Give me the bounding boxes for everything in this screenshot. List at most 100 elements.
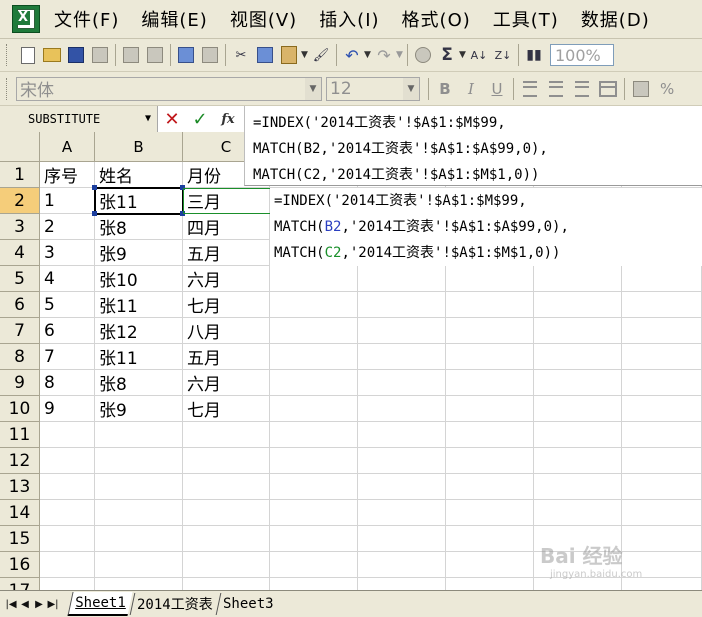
row-header-12[interactable]: 12 (0, 448, 40, 474)
cell-a10[interactable]: 9 (40, 396, 95, 422)
cell-b14[interactable] (95, 500, 183, 526)
cell-c16[interactable] (183, 552, 270, 578)
cell-e13[interactable] (358, 474, 446, 500)
tab-sheet1[interactable]: Sheet1 (67, 592, 133, 616)
print-preview-icon[interactable] (144, 44, 166, 66)
cell-b4[interactable]: 张9 (95, 240, 183, 266)
cell-g10[interactable] (534, 396, 622, 422)
cell-h13[interactable] (622, 474, 702, 500)
undo-icon[interactable]: ↶ (341, 44, 363, 66)
cell-b2[interactable]: 张11 (95, 188, 183, 214)
bold-button[interactable]: B (434, 78, 456, 100)
paste-icon[interactable] (278, 44, 300, 66)
cell-c2[interactable]: 三月 (183, 188, 270, 214)
cell-d17[interactable] (270, 578, 358, 590)
row-header-5[interactable]: 5 (0, 266, 40, 292)
menu-data[interactable]: 数据(D) (581, 6, 650, 32)
align-center-icon[interactable] (545, 78, 567, 100)
cell-b11[interactable] (95, 422, 183, 448)
cell-e14[interactable] (358, 500, 446, 526)
row-header-6[interactable]: 6 (0, 292, 40, 318)
cell-d16[interactable] (270, 552, 358, 578)
cell-f10[interactable] (446, 396, 534, 422)
cell-g5[interactable] (534, 266, 622, 292)
cell-f12[interactable] (446, 448, 534, 474)
cell-b6[interactable]: 张11 (95, 292, 183, 318)
enter-check-icon[interactable]: ✓ (190, 108, 210, 130)
cell-h5[interactable] (622, 266, 702, 292)
cell-h11[interactable] (622, 422, 702, 448)
cell-d7[interactable] (270, 318, 358, 344)
cell-e6[interactable] (358, 292, 446, 318)
chevron-down-icon[interactable]: ▼ (305, 77, 321, 100)
cell-d13[interactable] (270, 474, 358, 500)
cell-d5[interactable] (270, 266, 358, 292)
cell-c4[interactable]: 五月 (183, 240, 270, 266)
prev-sheet-icon[interactable]: ◀ (18, 595, 32, 613)
cell-h12[interactable] (622, 448, 702, 474)
cell-g8[interactable] (534, 344, 622, 370)
row-header-14[interactable]: 14 (0, 500, 40, 526)
cell-b7[interactable]: 张12 (95, 318, 183, 344)
cell-d15[interactable] (270, 526, 358, 552)
cell-b3[interactable]: 张8 (95, 214, 183, 240)
cell-f16[interactable] (446, 552, 534, 578)
chart-wizard-icon[interactable]: ▮▮ (523, 44, 545, 66)
chevron-down-icon[interactable]: ▼ (145, 113, 151, 124)
cut-icon[interactable]: ✂ (230, 44, 252, 66)
cell-h6[interactable] (622, 292, 702, 318)
cell-e7[interactable] (358, 318, 446, 344)
cell-d12[interactable] (270, 448, 358, 474)
row-header-8[interactable]: 8 (0, 344, 40, 370)
open-folder-icon[interactable] (41, 44, 63, 66)
redo-icon[interactable]: ↷ (373, 44, 395, 66)
cell-d14[interactable] (270, 500, 358, 526)
cell-a3[interactable]: 2 (40, 214, 95, 240)
format-painter-icon[interactable]: 🖌 (310, 44, 332, 66)
row-header-10[interactable]: 10 (0, 396, 40, 422)
row-header-1[interactable]: 1 (0, 162, 40, 188)
cell-f9[interactable] (446, 370, 534, 396)
cell-c12[interactable] (183, 448, 270, 474)
cell-e17[interactable] (358, 578, 446, 590)
selection-handle[interactable] (180, 185, 185, 190)
cell-c8[interactable]: 五月 (183, 344, 270, 370)
tab-2014-salary[interactable]: 2014工资表 (129, 593, 219, 615)
cell-a1[interactable]: 序号 (40, 162, 95, 188)
currency-icon[interactable] (630, 78, 652, 100)
print-icon[interactable] (120, 44, 142, 66)
cell-g14[interactable] (534, 500, 622, 526)
cell-a9[interactable]: 8 (40, 370, 95, 396)
redo-dropdown-icon[interactable]: ▼ (396, 50, 404, 60)
percent-style-button[interactable]: % (660, 80, 674, 98)
row-header-13[interactable]: 13 (0, 474, 40, 500)
merge-center-icon[interactable] (597, 78, 619, 100)
name-box[interactable]: SUBSTITUTE ▼ (0, 106, 158, 132)
menu-file[interactable]: 文件(F) (54, 6, 119, 32)
cell-e15[interactable] (358, 526, 446, 552)
cell-g7[interactable] (534, 318, 622, 344)
row-header-16[interactable]: 16 (0, 552, 40, 578)
cell-f6[interactable] (446, 292, 534, 318)
cell-a14[interactable] (40, 500, 95, 526)
excel-app-icon[interactable] (12, 5, 40, 33)
cell-c11[interactable] (183, 422, 270, 448)
cell-c9[interactable]: 六月 (183, 370, 270, 396)
toolbar-grip[interactable] (6, 44, 10, 66)
menu-tools[interactable]: 工具(T) (493, 6, 559, 32)
new-document-icon[interactable] (17, 44, 39, 66)
spelling-icon[interactable] (175, 44, 197, 66)
cell-b8[interactable]: 张11 (95, 344, 183, 370)
cell-e8[interactable] (358, 344, 446, 370)
font-name-combo[interactable]: 宋体 ▼ (16, 76, 322, 101)
toolbar-grip[interactable] (6, 77, 10, 100)
cell-d6[interactable] (270, 292, 358, 318)
worksheet-grid[interactable]: A B C 1 序号 姓名 月份 2 1 张11 三月 3 2 张8 四月 4 3 张9 五月 5 4 张10 六月 6… (0, 132, 702, 590)
chevron-down-icon[interactable]: ▼ (403, 77, 419, 100)
cell-a2[interactable]: 1 (40, 188, 95, 214)
cell-e16[interactable] (358, 552, 446, 578)
cell-b12[interactable] (95, 448, 183, 474)
first-sheet-icon[interactable]: |◀ (4, 595, 18, 613)
cell-b15[interactable] (95, 526, 183, 552)
underline-button[interactable]: U (486, 78, 508, 100)
